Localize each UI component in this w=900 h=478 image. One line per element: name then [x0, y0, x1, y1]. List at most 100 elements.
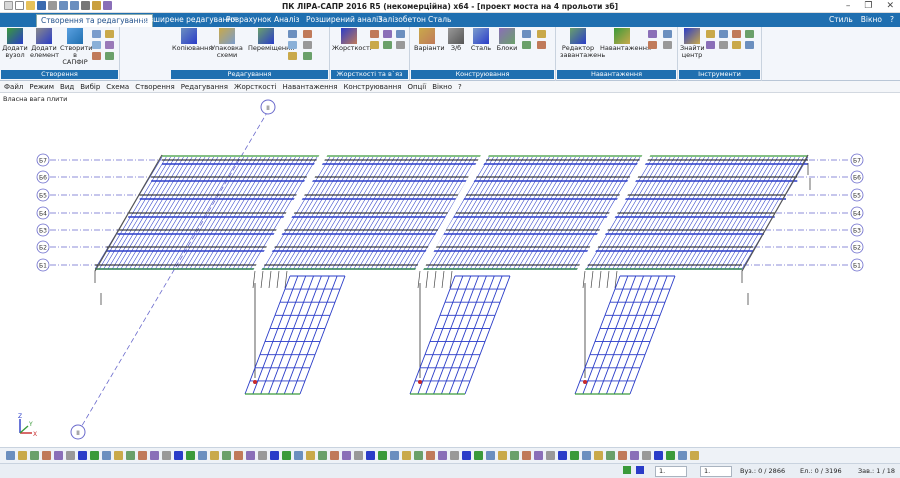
tool-a-icon[interactable] [706, 30, 715, 38]
toolbar-tool-icon[interactable] [318, 451, 327, 460]
wall-icon[interactable] [105, 30, 114, 38]
toolbar-tool-icon[interactable] [690, 451, 699, 460]
render-mode-icon[interactable] [623, 466, 631, 474]
toolbar-tool-icon[interactable] [606, 451, 615, 460]
dynamic-icon[interactable] [648, 30, 657, 38]
steel-button[interactable]: Сталь [470, 28, 492, 52]
toolbar-tool-icon[interactable] [6, 451, 15, 460]
shell-icon[interactable] [105, 41, 114, 49]
rotate-icon[interactable] [288, 41, 297, 49]
tool-b-icon[interactable] [719, 30, 728, 38]
toolbar-tool-icon[interactable] [642, 451, 651, 460]
toolbar-tool-icon[interactable] [90, 451, 99, 460]
menu-edit[interactable]: Редагування [181, 81, 228, 92]
toolbar-tool-icon[interactable] [18, 451, 27, 460]
filter-icon[interactable] [636, 466, 645, 474]
window-menu[interactable]: Вікно [861, 14, 882, 26]
copy-button[interactable]: Копіювання [172, 28, 212, 52]
toolbar-tool-icon[interactable] [258, 451, 267, 460]
toolbar-tool-icon[interactable] [222, 451, 231, 460]
mass-icon[interactable] [663, 30, 672, 38]
close-icon[interactable]: ✕ [886, 1, 894, 11]
create-in-sapfir-button[interactable]: Створити в САПФІР [60, 28, 93, 66]
link-icon[interactable] [92, 52, 101, 60]
moving-load-icon[interactable] [663, 41, 672, 49]
pack-scheme-button[interactable]: Упаковка схеми [210, 28, 244, 59]
toolbar-tool-icon[interactable] [450, 451, 459, 460]
menu-select[interactable]: Вибір [80, 81, 100, 92]
menu-stiffness[interactable]: Жорсткості [234, 81, 277, 92]
toolbar-tool-icon[interactable] [678, 451, 687, 460]
toolbar-tool-icon[interactable] [558, 451, 567, 460]
grid-icon[interactable] [92, 30, 101, 38]
mirror-icon[interactable] [288, 30, 297, 38]
rc-button[interactable]: З/б [446, 28, 466, 52]
toolbar-tool-icon[interactable] [294, 451, 303, 460]
bond-icon[interactable] [383, 41, 392, 49]
menu-view[interactable]: Вид [60, 81, 74, 92]
toolbar-tool-icon[interactable] [54, 451, 63, 460]
menu-help[interactable]: ? [458, 81, 462, 92]
menu-file[interactable]: Файл [4, 81, 23, 92]
split-icon[interactable] [303, 41, 312, 49]
local-axes-icon[interactable] [396, 41, 405, 49]
toolbar-tool-icon[interactable] [246, 451, 255, 460]
tool-f-icon[interactable] [719, 41, 728, 49]
toolbar-tool-icon[interactable] [114, 451, 123, 460]
toolbar-tool-icon[interactable] [486, 451, 495, 460]
design-check-icon[interactable] [537, 41, 546, 49]
stiffness-button[interactable]: Жорсткості [332, 28, 372, 52]
tab-calculation[interactable]: Розрахунок [222, 14, 275, 27]
toolbar-tool-icon[interactable] [546, 451, 555, 460]
add-element-button[interactable]: Додати елемент [30, 28, 59, 59]
menu-options[interactable]: Опції [407, 81, 426, 92]
toolbar-tool-icon[interactable] [630, 451, 639, 460]
tool-h-icon[interactable] [745, 41, 754, 49]
tool-d-icon[interactable] [745, 30, 754, 38]
plate-icon[interactable] [92, 41, 101, 49]
menu-design[interactable]: Конструювання [343, 81, 401, 92]
hinge-icon[interactable] [370, 30, 379, 38]
blocks-button[interactable]: Блоки [496, 28, 518, 52]
find-center-button[interactable]: Знайти центр [680, 28, 705, 59]
toolbar-tool-icon[interactable] [570, 451, 579, 460]
toolbar-tool-icon[interactable] [534, 451, 543, 460]
toolbar-tool-icon[interactable] [270, 451, 279, 460]
toolbar-tool-icon[interactable] [378, 451, 387, 460]
minimize-icon[interactable]: – [846, 1, 851, 11]
toolbar-tool-icon[interactable] [510, 451, 519, 460]
toolbar-tool-icon[interactable] [618, 451, 627, 460]
toolbar-tool-icon[interactable] [126, 451, 135, 460]
toolbar-tool-icon[interactable] [306, 451, 315, 460]
load-editor-button[interactable]: Редактор завантажень [560, 28, 605, 59]
section-icon[interactable] [522, 30, 531, 38]
menu-mode[interactable]: Режим [29, 81, 54, 92]
toolbar-tool-icon[interactable] [666, 451, 675, 460]
toolbar-tool-icon[interactable] [498, 451, 507, 460]
toolbar-tool-icon[interactable] [354, 451, 363, 460]
style-menu[interactable]: Стиль [829, 14, 853, 26]
check-icon[interactable] [303, 52, 312, 60]
move-button[interactable]: Переміщення [248, 28, 294, 52]
toolbar-tool-icon[interactable] [402, 451, 411, 460]
tab-reinforced-concrete[interactable]: Залізобетон [374, 14, 430, 27]
support-icon[interactable] [370, 41, 379, 49]
toolbar-tool-icon[interactable] [462, 451, 471, 460]
variants-button[interactable]: Варіанти [414, 28, 445, 52]
toolbar-tool-icon[interactable] [78, 451, 87, 460]
bridge-model-drawing[interactable]: II II Б7 Б7 Б6 Б6 Б5 Б5 Б4 Б4 Б3 Б3 Б2 Б2 Б1 Б1 [0, 93, 900, 447]
toolbar-tool-icon[interactable] [438, 451, 447, 460]
toolbar-tool-icon[interactable] [162, 451, 171, 460]
unify-icon[interactable] [522, 41, 531, 49]
constraint-icon[interactable] [383, 30, 392, 38]
scale-field[interactable]: 1. [655, 466, 687, 477]
union-icon[interactable] [288, 52, 297, 60]
toolbar-tool-icon[interactable] [42, 451, 51, 460]
solid-icon[interactable] [105, 52, 114, 60]
menu-window[interactable]: Вікно [432, 81, 452, 92]
tool-e-icon[interactable] [706, 41, 715, 49]
tool-c-icon[interactable] [732, 30, 741, 38]
toolbar-tool-icon[interactable] [138, 451, 147, 460]
toolbar-tool-icon[interactable] [282, 451, 291, 460]
load-combination-icon[interactable] [648, 41, 657, 49]
